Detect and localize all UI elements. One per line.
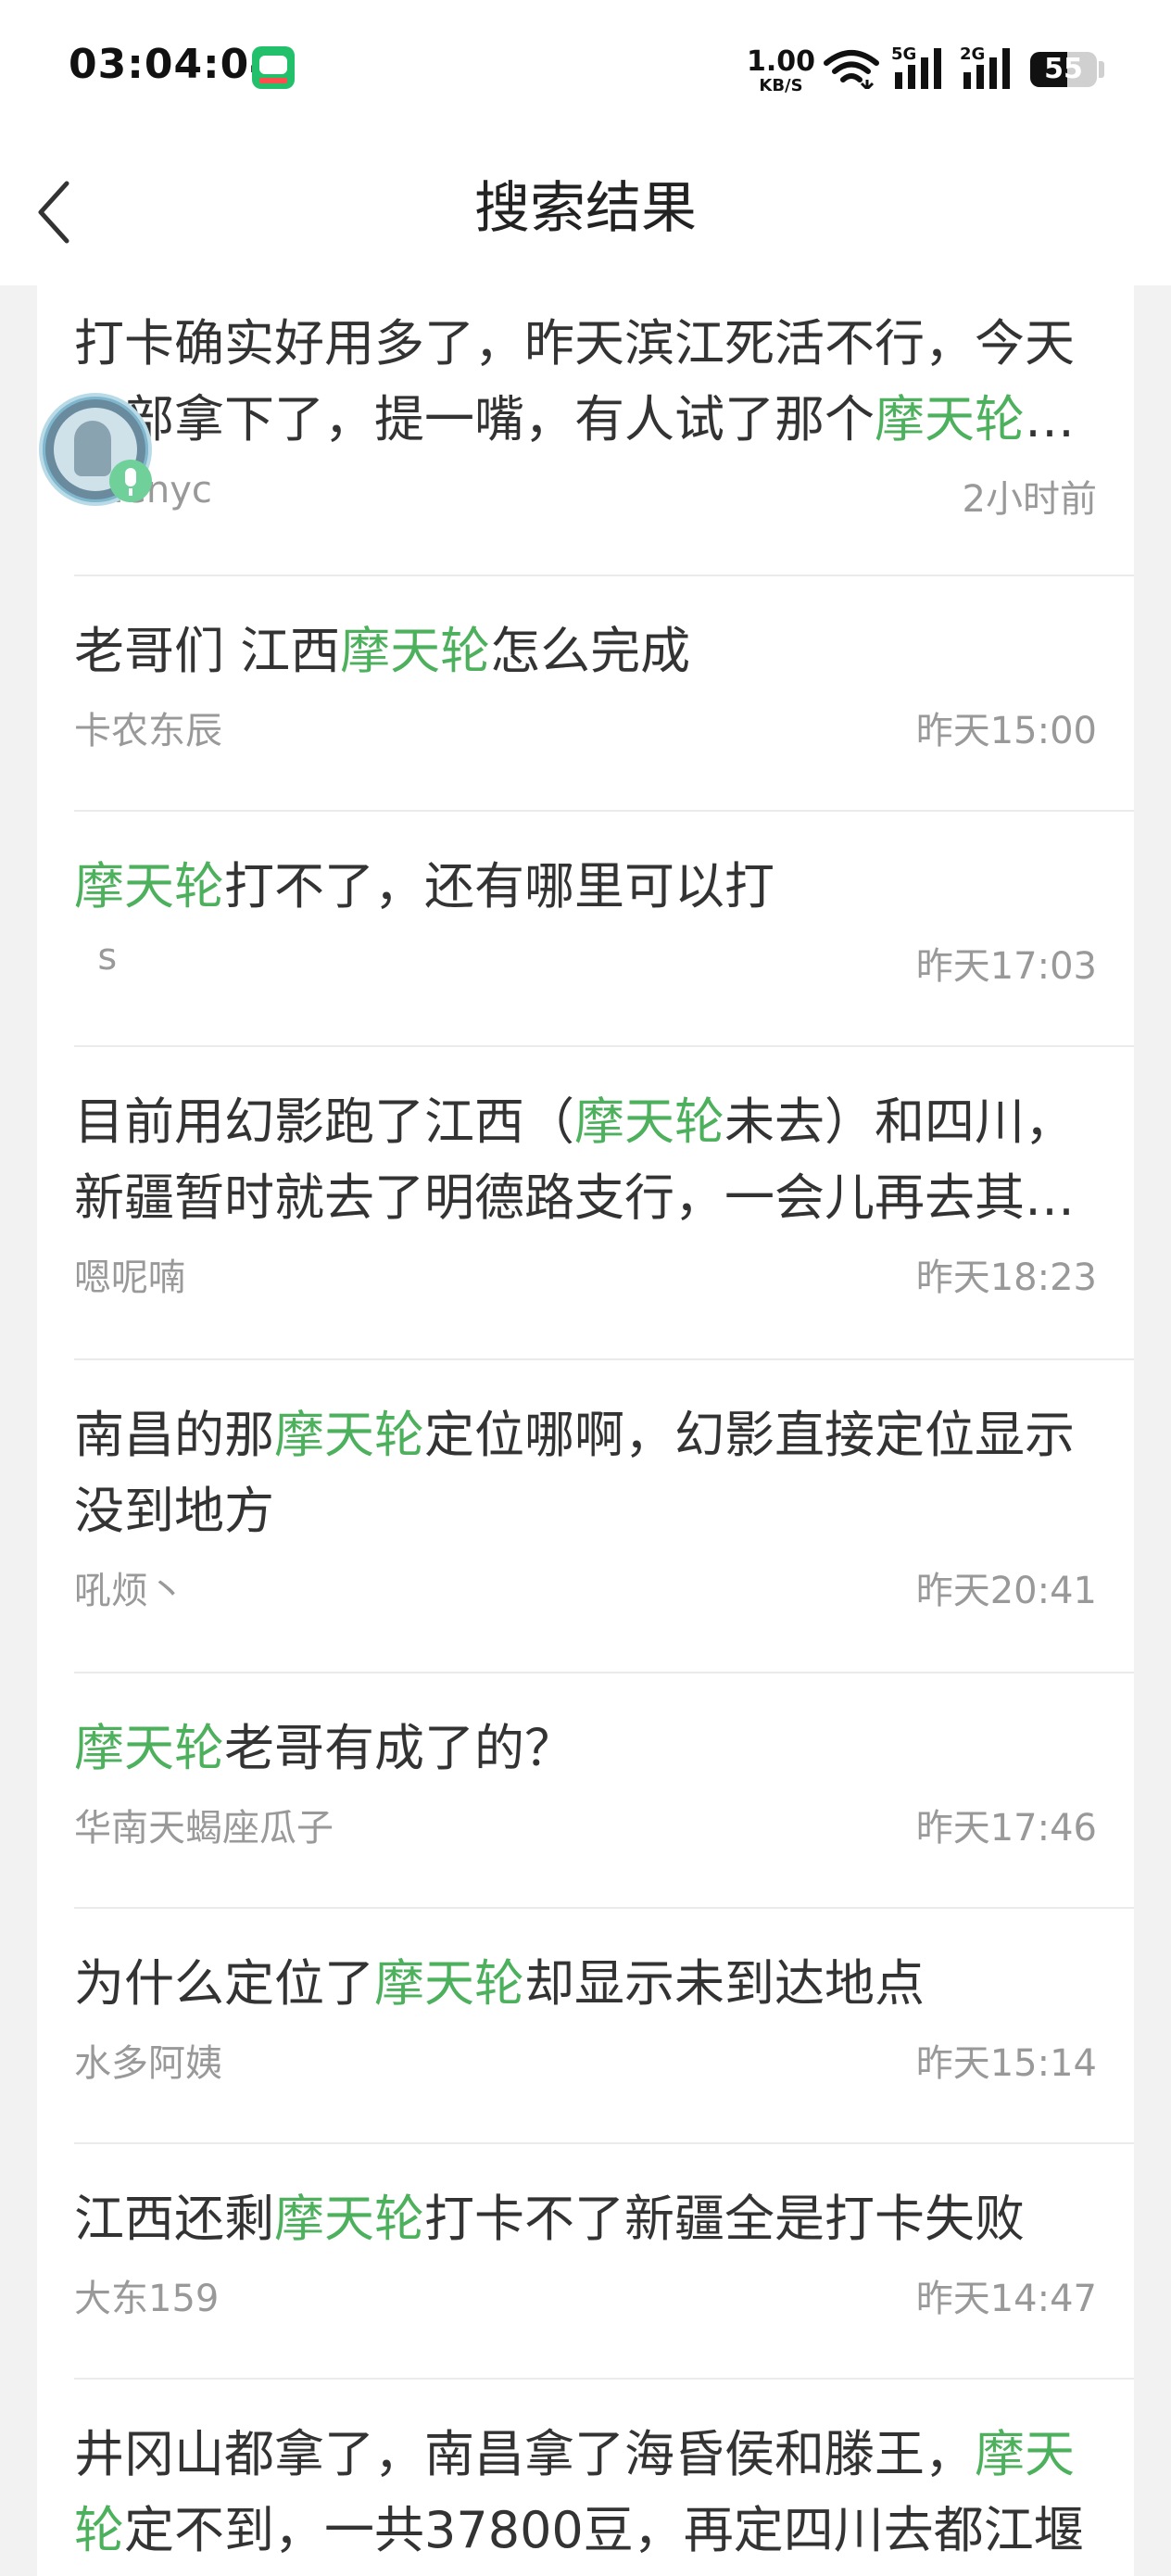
battery-icon: 55: [1030, 52, 1097, 87]
result-meta: 吼烦丶 昨天20:41: [74, 1557, 1134, 1612]
result-meta: 大东159 昨天14:47: [74, 2265, 1134, 2320]
result-item[interactable]: 南昌的那摩天轮定位哪啊，幻影直接定位显示没到地方 吼烦丶 昨天20:41: [74, 1397, 1134, 1612]
result-item[interactable]: 井冈山都拿了，南昌拿了海昏侯和滕王，摩天轮定不到，一共37800豆，再定四川去都…: [74, 2417, 1134, 2569]
result-time: 昨天18:23: [915, 1256, 1097, 1299]
result-title: 江西还剩摩天轮打卡不了新疆全是打卡失败: [74, 2181, 1097, 2257]
status-time: 03:04:04: [69, 41, 279, 88]
title-text: 打卡不了新疆全是打卡失败: [424, 2190, 1025, 2248]
title-text: 老哥们 江西: [74, 622, 341, 680]
signal2-label: 2G: [960, 44, 985, 64]
result-time: 昨天15:00: [915, 710, 1097, 752]
result-time: 昨天17:03: [915, 945, 1097, 988]
result-item[interactable]: 目前用幻影跑了江西（摩天轮未去）和四川，新疆暂时就去了明德路支行，一会儿再去其他…: [74, 1084, 1134, 1299]
title-text: 怎么完成: [490, 622, 691, 680]
result-time: 昨天14:47: [915, 2278, 1097, 2320]
result-time: 2小时前: [962, 478, 1097, 521]
result-title: 摩天轮打不了，还有哪里可以打: [74, 849, 1097, 925]
title-text: 打不了，还有哪里可以打: [224, 857, 774, 915]
app-notification-icon: [252, 46, 295, 89]
result-title: 老哥们 江西摩天轮怎么完成: [74, 613, 1097, 689]
result-item[interactable]: 打卡确实好用多了，昨天滨江死活不行，今天全部拿下了，提一嘴，有人试了那个摩天轮怎…: [74, 306, 1134, 521]
title-text: 却显示未到达地点: [524, 1954, 925, 2013]
result-item[interactable]: 江西还剩摩天轮打卡不了新疆全是打卡失败 大东159 昨天14:47: [74, 2181, 1134, 2320]
result-author: 水多阿姨: [74, 2042, 222, 2085]
result-meta: 嗯呢喃 昨天18:23: [74, 1244, 1134, 1299]
cell-signal-2-icon: 2G: [960, 44, 1010, 89]
divider: [74, 810, 1134, 812]
result-title: 摩天轮老哥有成了的？: [74, 1711, 1097, 1787]
divider: [74, 1045, 1134, 1047]
page-title: 搜索结果: [474, 176, 697, 241]
network-speed: 1.00 KB/S: [747, 48, 815, 95]
result-meta: Chenyc 2小时前: [74, 465, 1134, 521]
result-title: 井冈山都拿了，南昌拿了海昏侯和滕王，摩天轮定不到，一共37800豆，再定四川去都…: [74, 2417, 1097, 2569]
divider: [74, 1907, 1134, 1909]
result-author: 华南天蝎座瓜子: [74, 1807, 334, 1850]
nav-bar: 搜索结果: [0, 139, 1171, 285]
divider: [74, 1672, 1134, 1673]
title-highlight: 摩天轮: [74, 1719, 224, 1777]
title-highlight: 摩天轮: [340, 622, 491, 680]
result-item[interactable]: 老哥们 江西摩天轮怎么完成 卡农东辰 昨天15:00: [74, 613, 1134, 752]
divider: [74, 575, 1134, 576]
result-author: 吼烦丶: [74, 1570, 185, 1612]
title-highlight: 摩天轮: [374, 1954, 524, 2013]
title-highlight: 摩天轮: [274, 2190, 424, 2248]
result-meta: 华南天蝎座瓜子 昨天17:46: [74, 1794, 1134, 1850]
cell-signal-icon: 5G: [891, 44, 941, 89]
battery-level: 55: [1044, 53, 1083, 85]
battery-tip: [1099, 61, 1104, 78]
result-title: 为什么定位了摩天轮却显示未到达地点: [74, 1946, 1097, 2022]
result-time: 昨天15:14: [915, 2042, 1097, 2085]
title-text: 为什么定位了: [74, 1954, 374, 2013]
result-title: 打卡确实好用多了，昨天滨江死活不行，今天全部拿下了，提一嘴，有人试了那个摩天轮怎…: [74, 306, 1097, 458]
title-text: 南昌的那: [74, 1406, 274, 1464]
result-item[interactable]: 摩天轮打不了，还有哪里可以打 s 昨天17:03: [74, 849, 1134, 988]
signal1-label: 5G: [891, 44, 916, 64]
title-text: 目前用幻影跑了江西（: [74, 1092, 574, 1151]
title-text: 定不到，一共37800豆，再定四川去都江堰: [124, 2501, 1084, 2559]
result-author: 大东159: [74, 2278, 220, 2320]
title-highlight: 摩天轮: [74, 857, 224, 915]
divider: [74, 2142, 1134, 2144]
result-author: 卡农东辰: [74, 710, 222, 752]
result-meta: s 昨天17:03: [74, 932, 1134, 988]
microphone-icon: [109, 460, 152, 502]
title-highlight: 摩天轮: [574, 1092, 724, 1151]
result-author: s: [74, 936, 118, 979]
result-author: 嗯呢喃: [74, 1256, 185, 1299]
result-time: 昨天17:46: [915, 1807, 1097, 1850]
title-text: 老哥有成了的？: [224, 1719, 574, 1777]
network-speed-unit: KB/S: [759, 76, 803, 95]
divider: [74, 1358, 1134, 1360]
result-title: 南昌的那摩天轮定位哪啊，幻影直接定位显示没到地方: [74, 1397, 1097, 1549]
result-item[interactable]: 为什么定位了摩天轮却显示未到达地点 水多阿姨 昨天15:14: [74, 1946, 1134, 2085]
result-meta: 卡农东辰 昨天15:00: [74, 697, 1134, 752]
result-title: 目前用幻影跑了江西（摩天轮未去）和四川，新疆暂时就去了明德路支行，一会儿再去其他…: [74, 1084, 1097, 1236]
result-meta: 水多阿姨 昨天15:14: [74, 2029, 1134, 2085]
network-speed-value: 1.00: [747, 45, 816, 78]
title-highlight: 摩天轮: [274, 1406, 424, 1464]
status-bar: 03:04:04 1.00 KB/S 5G 2G 55: [0, 0, 1171, 139]
divider: [74, 2378, 1134, 2380]
title-text: 江西还剩: [74, 2190, 274, 2248]
result-item[interactable]: 摩天轮老哥有成了的？ 华南天蝎座瓜子 昨天17:46: [74, 1711, 1134, 1850]
search-results-list: 打卡确实好用多了，昨天滨江死活不行，今天全部拿下了，提一嘴，有人试了那个摩天轮怎…: [37, 285, 1134, 2576]
avatar-figure: [74, 421, 111, 476]
title-text: 井冈山都拿了，南昌拿了海昏侯和滕王，: [74, 2425, 975, 2483]
wifi-icon: [824, 50, 879, 89]
result-time: 昨天20:41: [915, 1570, 1097, 1612]
